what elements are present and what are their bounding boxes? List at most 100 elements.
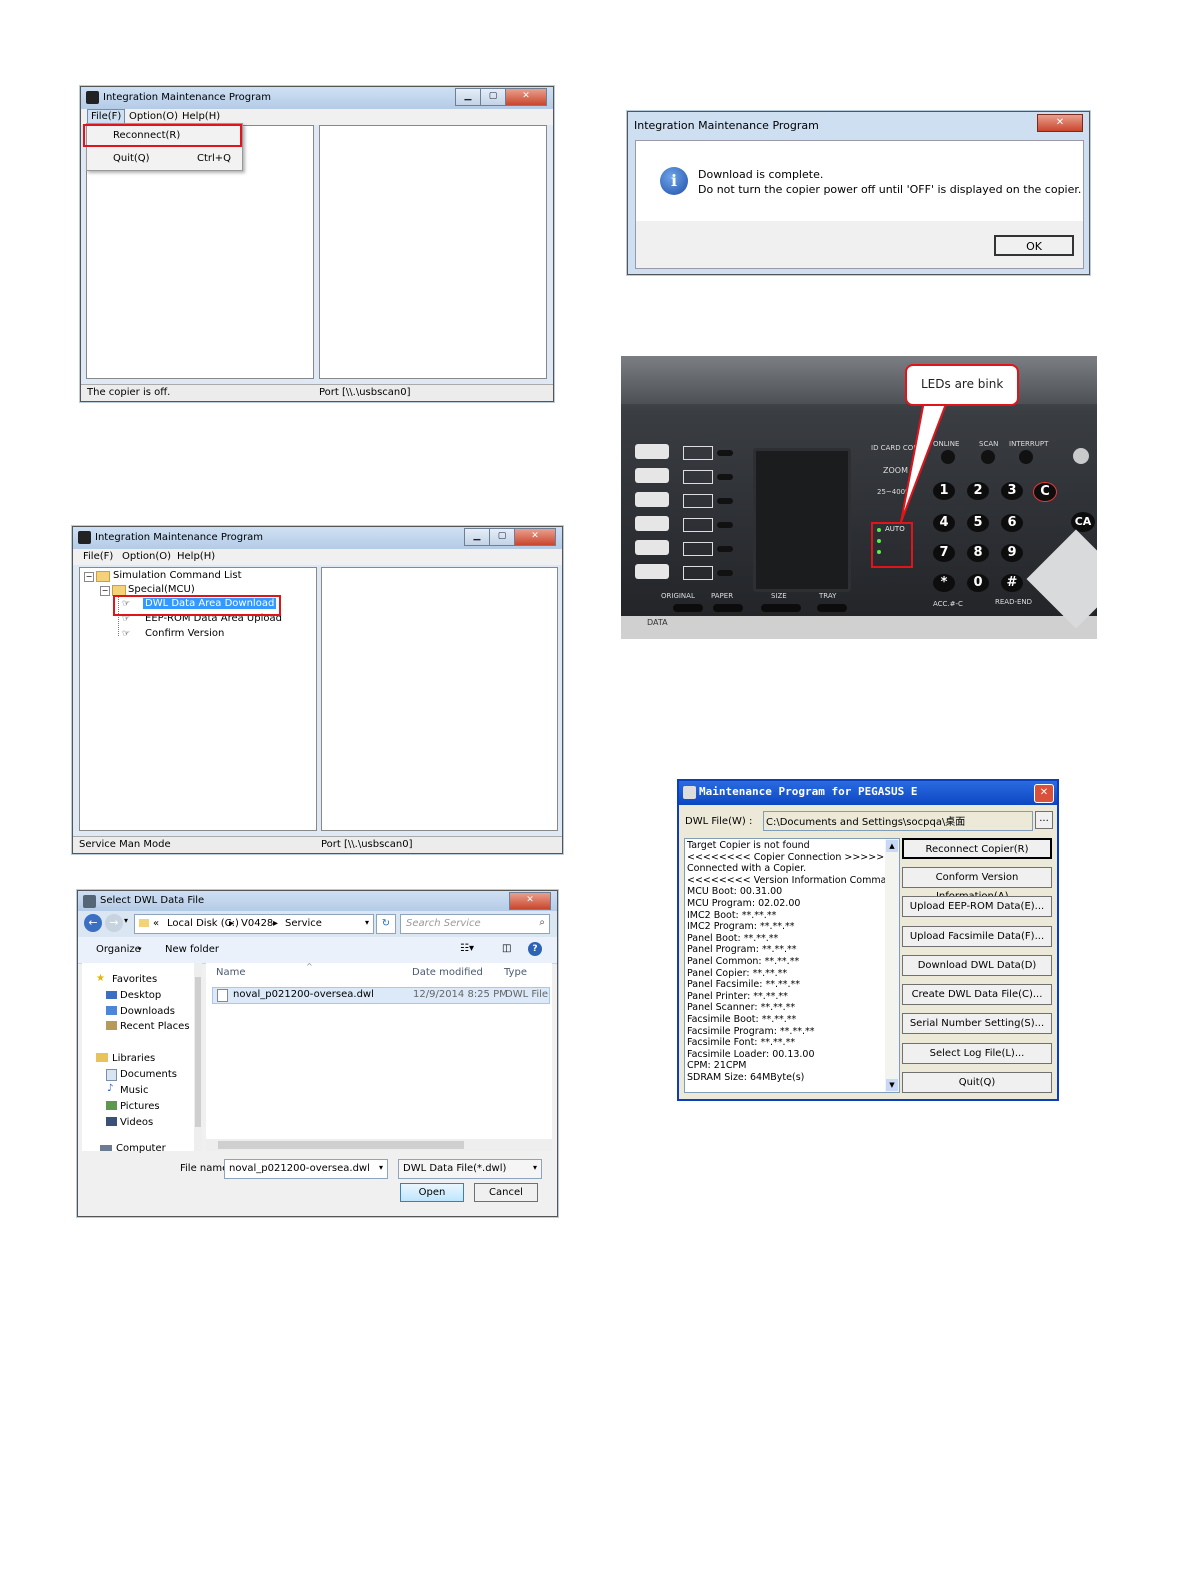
scan-key[interactable] <box>981 450 995 464</box>
key-star[interactable]: * <box>933 574 955 592</box>
tray-key[interactable] <box>817 604 847 612</box>
close-button[interactable]: ✕ <box>1034 784 1054 803</box>
close-button[interactable]: ✕ <box>1037 114 1083 132</box>
scroll-up-icon[interactable]: ▲ <box>886 840 898 852</box>
nav-downloads[interactable]: Downloads <box>120 1006 175 1017</box>
tree-root[interactable]: Simulation Command List <box>113 570 242 581</box>
select-log-file-button[interactable]: Select Log File(L)... <box>902 1043 1052 1064</box>
function-key[interactable] <box>717 570 733 576</box>
function-key[interactable] <box>717 546 733 552</box>
menu-help[interactable]: Help(H) <box>177 551 215 562</box>
preset-button-5[interactable] <box>635 540 669 555</box>
interrupt-key[interactable] <box>1019 450 1033 464</box>
key-hash[interactable]: # <box>1001 574 1023 592</box>
address-bar[interactable]: « Local Disk (C:) ▸ V0428 ▸ Service ▾ <box>134 914 374 934</box>
preset-button-4[interactable] <box>635 516 669 531</box>
paper-key[interactable] <box>713 604 743 612</box>
preset-button-6[interactable] <box>635 564 669 579</box>
breadcrumb-folder1[interactable]: V0428 <box>241 918 273 929</box>
menu-help[interactable]: Help(H) <box>182 111 220 122</box>
key-7[interactable]: 7 <box>933 544 955 562</box>
breadcrumb-more[interactable]: « <box>153 918 159 929</box>
menu-option[interactable]: Option(O) <box>129 111 178 122</box>
nav-recent-places[interactable]: Recent Places <box>120 1021 190 1032</box>
tree-item-confirm-version[interactable]: Confirm Version <box>145 628 224 639</box>
nav-pictures[interactable]: Pictures <box>120 1101 160 1112</box>
clear-key[interactable]: C <box>1033 482 1057 502</box>
menu-option[interactable]: Option(O) <box>122 551 171 562</box>
file-row[interactable]: noval_p021200-oversea.dwl 12/9/2014 8:25… <box>212 987 550 1004</box>
quit-button[interactable]: Quit(Q) <box>902 1072 1052 1093</box>
scroll-down-icon[interactable]: ▼ <box>886 1079 898 1091</box>
collapse-icon[interactable]: − <box>100 586 110 596</box>
file-name-dropdown-icon[interactable]: ▾ <box>379 1163 383 1172</box>
address-dropdown-icon[interactable]: ▾ <box>365 918 369 927</box>
size-key[interactable] <box>761 604 801 612</box>
upload-eeprom-button[interactable]: Upload EEP-ROM Data(E)... <box>902 896 1052 917</box>
create-dwl-file-button[interactable]: Create DWL Data File(C)... <box>902 984 1052 1005</box>
browse-button[interactable]: ... <box>1035 811 1053 829</box>
refresh-icon[interactable]: ↻ <box>376 914 396 934</box>
cancel-button[interactable]: Cancel <box>474 1183 538 1202</box>
nav-favorites[interactable]: Favorites <box>112 974 157 985</box>
breadcrumb-folder2[interactable]: Service <box>285 918 322 929</box>
nav-computer[interactable]: Computer <box>116 1143 166 1154</box>
right-pane[interactable] <box>321 567 558 831</box>
minimize-button[interactable]: ▁ <box>464 528 490 546</box>
maximize-button[interactable]: ▢ <box>480 88 506 106</box>
tree-group[interactable]: Special(MCU) <box>128 584 195 595</box>
maximize-button[interactable]: ▢ <box>489 528 515 546</box>
menu-item-quit[interactable]: Quit(Q) <box>113 153 150 164</box>
file-type-dropdown-icon[interactable]: ▾ <box>533 1163 537 1172</box>
organize-button[interactable]: Organize <box>96 944 141 955</box>
close-button[interactable]: ✕ <box>505 88 547 106</box>
function-key[interactable] <box>717 498 733 504</box>
scroll-thumb[interactable] <box>218 1141 464 1149</box>
download-dwl-button[interactable]: Download DWL Data(D) <box>902 955 1052 976</box>
forward-icon[interactable]: → <box>105 914 123 932</box>
function-key[interactable] <box>717 450 733 456</box>
power-key[interactable] <box>1073 448 1089 464</box>
preset-button-3[interactable] <box>635 492 669 507</box>
key-3[interactable]: 3 <box>1001 482 1023 500</box>
serial-number-button[interactable]: Serial Number Setting(S)... <box>902 1013 1052 1034</box>
preset-button-2[interactable] <box>635 468 669 483</box>
function-key[interactable] <box>717 522 733 528</box>
organize-chevron-icon[interactable]: ▾ <box>138 945 142 953</box>
preview-pane-icon[interactable]: ◫ <box>502 943 511 954</box>
original-key[interactable] <box>673 604 703 612</box>
key-0[interactable]: 0 <box>967 574 989 592</box>
help-icon[interactable]: ? <box>528 942 542 956</box>
new-folder-button[interactable]: New folder <box>165 944 219 955</box>
dwl-file-path[interactable]: C:\Documents and Settings\socpqa\桌面 <box>763 811 1033 831</box>
nav-documents[interactable]: Documents <box>120 1069 177 1080</box>
confirm-version-button[interactable]: Conform Version Information(A)... <box>902 867 1052 902</box>
nav-videos[interactable]: Videos <box>120 1117 153 1128</box>
column-name[interactable]: Name <box>216 967 246 978</box>
function-key[interactable] <box>717 474 733 480</box>
nav-desktop[interactable]: Desktop <box>120 990 161 1001</box>
search-input[interactable]: Search Service ⌕ <box>400 914 550 934</box>
reconnect-copier-button[interactable]: Reconnect Copier(R) <box>902 838 1052 859</box>
nav-scrollbar[interactable] <box>194 963 202 1151</box>
log-list[interactable]: Target Copier is not found <<<<<<<< Copie… <box>684 838 900 1093</box>
nav-music[interactable]: Music <box>120 1085 148 1096</box>
key-8[interactable]: 8 <box>967 544 989 562</box>
close-button[interactable]: ✕ <box>514 528 556 546</box>
scroll-thumb[interactable] <box>195 977 201 1127</box>
upload-facsimile-button[interactable]: Upload Facsimile Data(F)... <box>902 926 1052 947</box>
right-pane[interactable] <box>319 125 547 379</box>
column-type[interactable]: Type <box>504 967 527 978</box>
history-chevron-icon[interactable]: ▾ <box>124 916 128 925</box>
key-9[interactable]: 9 <box>1001 544 1023 562</box>
back-icon[interactable]: ← <box>84 914 102 932</box>
log-scrollbar[interactable]: ▲ ▼ <box>885 839 899 1092</box>
preset-button-1[interactable] <box>635 444 669 459</box>
column-date[interactable]: Date modified <box>412 967 483 978</box>
minimize-button[interactable]: ▁ <box>455 88 481 106</box>
nav-libraries[interactable]: Libraries <box>112 1053 155 1064</box>
collapse-icon[interactable]: − <box>84 572 94 582</box>
close-button[interactable]: ✕ <box>509 892 551 910</box>
ok-button[interactable]: OK <box>994 235 1074 256</box>
menu-file[interactable]: File(F) <box>83 551 113 562</box>
